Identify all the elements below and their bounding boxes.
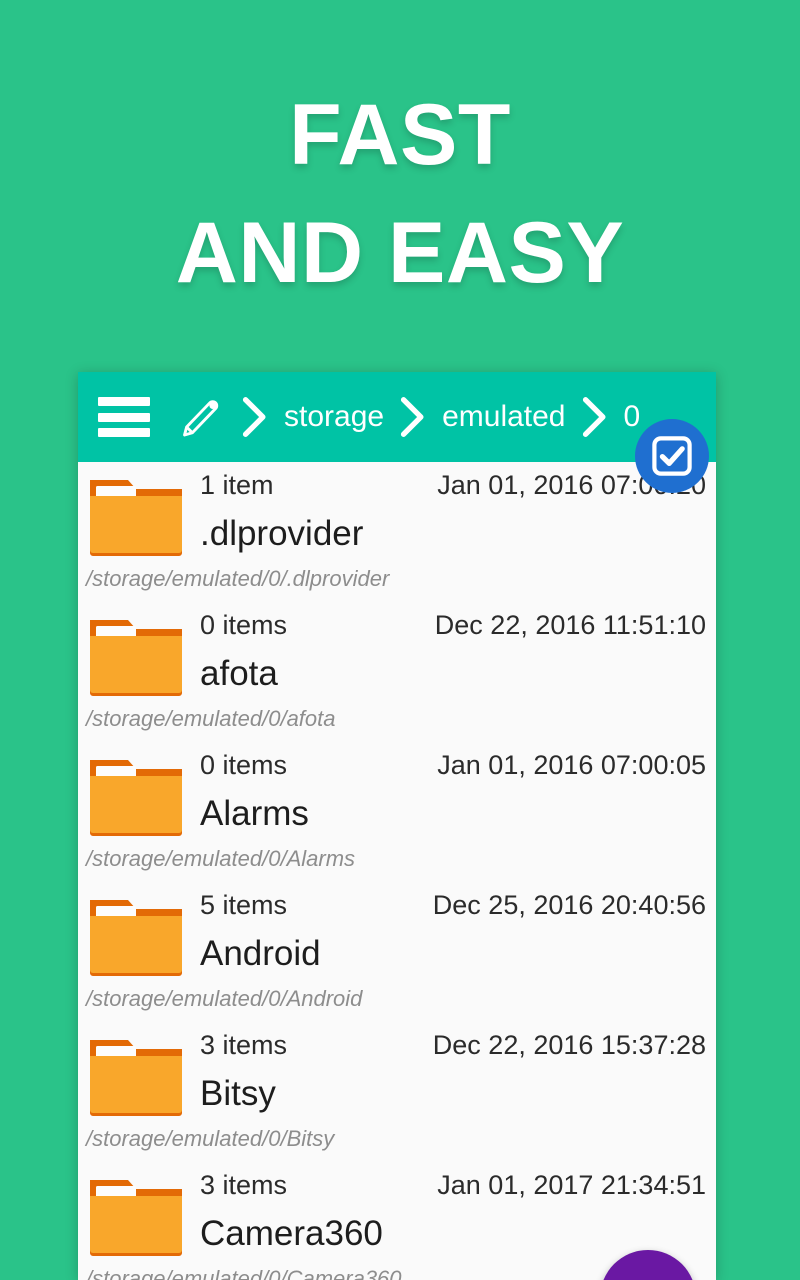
item-count: 3 items: [200, 1170, 288, 1200]
folder-path: /storage/emulated/0/Camera360: [86, 1266, 402, 1280]
file-list: 1 item Jan 01, 2016 07:00:20 .dlprovider…: [78, 462, 716, 1280]
pencil-icon[interactable]: [178, 394, 224, 440]
folder-name: Android: [200, 934, 321, 973]
timestamp: Dec 25, 2016 20:40:56: [432, 890, 706, 920]
chevron-right-icon: [242, 397, 266, 437]
hamburger-bar: [98, 412, 150, 422]
checkbox-checked-glyph: [652, 436, 692, 476]
item-count: 0 items: [200, 750, 288, 780]
table-row[interactable]: 3 items Dec 22, 2016 15:37:28 Bitsy /sto…: [78, 1022, 716, 1162]
table-row[interactable]: 0 items Jan 01, 2016 07:00:05 Alarms /st…: [78, 742, 716, 882]
app-bar: storage emulated 0: [78, 372, 716, 462]
promo-headline-line-2: AND EASY: [175, 205, 625, 301]
item-count: 0 items: [200, 610, 288, 640]
table-row[interactable]: 5 items Dec 25, 2016 20:40:56 Android /s…: [78, 882, 716, 1022]
folder-path: /storage/emulated/0/.dlprovider: [86, 566, 390, 591]
item-count: 3 items: [200, 1030, 288, 1060]
timestamp: Jan 01, 2016 07:00:05: [437, 750, 706, 780]
folder-icon: [90, 480, 182, 556]
timestamp: Dec 22, 2016 11:51:10: [434, 610, 706, 640]
hamburger-menu-icon[interactable]: [98, 397, 150, 437]
folder-icon: [90, 1180, 182, 1256]
folder-icon: [90, 900, 182, 976]
item-count: 5 items: [200, 890, 288, 920]
folder-path: /storage/emulated/0/Android: [86, 986, 363, 1011]
promo-headline: FAST AND EASY: [0, 76, 800, 312]
timestamp: Jan 01, 2017 21:34:51: [437, 1170, 706, 1200]
table-row[interactable]: 0 items Dec 22, 2016 11:51:10 afota /sto…: [78, 602, 716, 742]
table-row[interactable]: 1 item Jan 01, 2016 07:00:20 .dlprovider…: [78, 462, 716, 602]
folder-name: Camera360: [200, 1214, 383, 1253]
folder-icon: [90, 1040, 182, 1116]
folder-name: afota: [200, 654, 278, 693]
folder-path: /storage/emulated/0/afota: [86, 706, 336, 731]
folder-path: /storage/emulated/0/Bitsy: [86, 1126, 335, 1151]
chevron-right-icon: [582, 397, 606, 437]
folder-icon: [90, 760, 182, 836]
chevron-right-icon: [400, 397, 424, 437]
breadcrumb-item-emulated[interactable]: emulated: [442, 400, 565, 434]
item-count: 1 item: [200, 470, 274, 500]
hamburger-bar: [98, 428, 150, 437]
checkbox-checked-icon[interactable]: [635, 419, 709, 493]
app-screenshot-card: storage emulated 0 1 item Jan 01, 2016 0…: [78, 372, 716, 1280]
folder-name: Alarms: [200, 794, 309, 833]
folder-path: /storage/emulated/0/Alarms: [86, 846, 356, 871]
folder-name: .dlprovider: [200, 514, 364, 553]
folder-name: Bitsy: [200, 1074, 276, 1113]
folder-icon: [90, 620, 182, 696]
timestamp: Dec 22, 2016 15:37:28: [432, 1030, 706, 1060]
hamburger-bar: [98, 397, 150, 406]
promo-headline-line-1: FAST: [289, 87, 511, 183]
breadcrumb-item-storage[interactable]: storage: [284, 400, 384, 434]
breadcrumb-item-0[interactable]: 0: [624, 400, 641, 434]
